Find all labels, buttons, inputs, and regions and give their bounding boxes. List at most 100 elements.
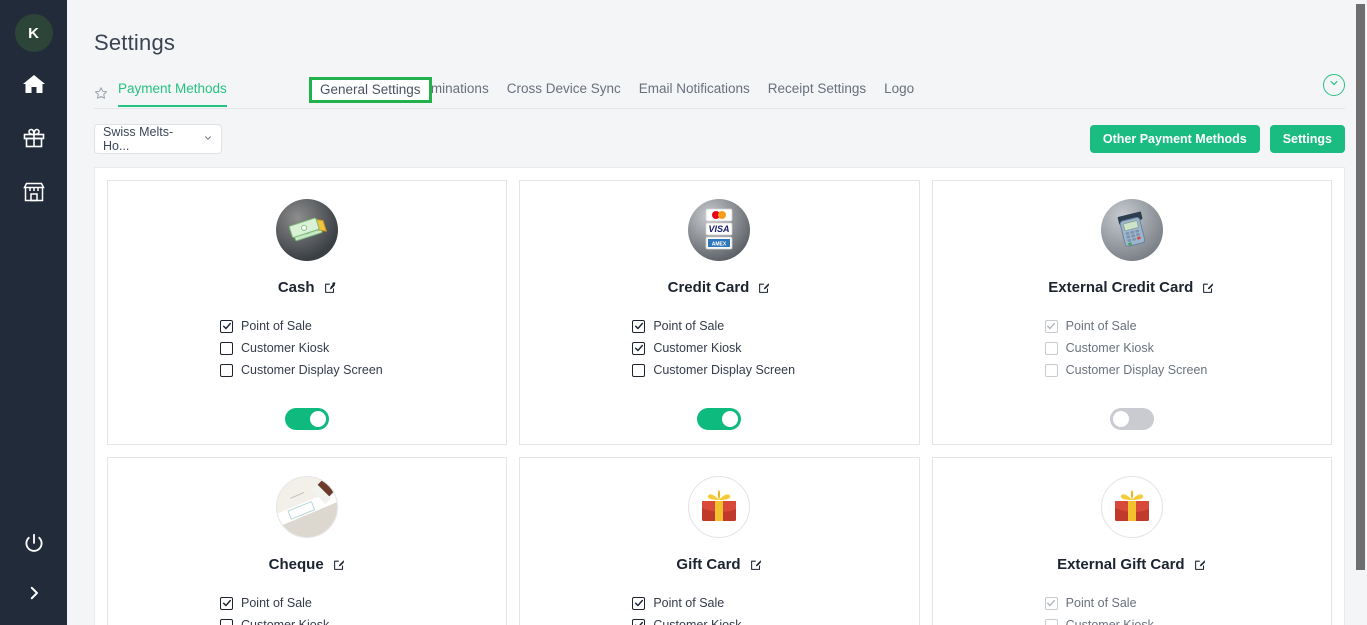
payment-method-title: Cash xyxy=(278,279,315,296)
main-content: Settings Payment Methods General Setting… xyxy=(67,0,1367,625)
checkbox-customer-display-screen[interactable] xyxy=(1045,364,1058,377)
tab-bar: Payment Methods General Settings Cash De… xyxy=(94,78,1345,109)
settings-button[interactable]: Settings xyxy=(1270,125,1345,153)
payment-method-options: Point of Sale Customer Kiosk xyxy=(108,315,506,381)
checkbox-point-of-sale[interactable] xyxy=(220,320,233,333)
toolbar-actions: Other Payment Methods Settings xyxy=(1090,125,1345,153)
checkbox-customer-display-screen[interactable] xyxy=(220,364,233,377)
payment-method-title-row: External Credit Card xyxy=(1048,279,1215,296)
payment-method-card[interactable]: Cash xyxy=(107,180,507,445)
payment-method-card[interactable]: External Credit Card xyxy=(932,180,1332,445)
option-customer-kiosk[interactable]: Customer Kiosk xyxy=(632,614,918,625)
option-point-of-sale[interactable]: Point of Sale xyxy=(220,315,506,337)
store-select-value: Swiss Melts- Ho... xyxy=(103,125,199,153)
option-customer-display-screen[interactable]: Customer Display Screen xyxy=(1045,359,1331,381)
tabs-collapse-button[interactable] xyxy=(1323,74,1345,96)
option-label: Point of Sale xyxy=(1066,596,1137,610)
payment-method-options: Point of Sale Customer Kiosk xyxy=(520,592,918,625)
payment-method-title-row: Gift Card xyxy=(676,556,762,573)
checkbox-point-of-sale[interactable] xyxy=(632,597,645,610)
checkbox-customer-kiosk[interactable] xyxy=(220,342,233,355)
edit-icon[interactable] xyxy=(749,558,763,572)
edit-icon[interactable] xyxy=(1193,558,1207,572)
other-payment-methods-button[interactable]: Other Payment Methods xyxy=(1090,125,1260,153)
checkbox-customer-kiosk[interactable] xyxy=(220,619,233,625)
edit-icon[interactable] xyxy=(332,558,346,572)
checkbox-customer-kiosk[interactable] xyxy=(1045,619,1058,625)
payment-method-toggle[interactable] xyxy=(697,408,741,430)
option-customer-kiosk[interactable]: Customer Kiosk xyxy=(1045,337,1331,359)
payment-methods-panel: Cash xyxy=(94,167,1345,625)
payment-method-card[interactable]: External Gift Card xyxy=(932,457,1332,625)
option-label: Customer Display Screen xyxy=(1066,363,1208,377)
option-customer-kiosk[interactable]: Customer Kiosk xyxy=(220,337,506,359)
option-customer-display-screen[interactable]: Customer Display Screen xyxy=(220,359,506,381)
scrollbar-thumb[interactable] xyxy=(1356,4,1365,570)
payment-method-options: Point of Sale Customer Kiosk xyxy=(108,592,506,625)
page-title: Settings xyxy=(94,0,1345,56)
payment-method-card[interactable]: Cheque Point o xyxy=(107,457,507,625)
payment-method-options: Point of Sale Customer Kiosk xyxy=(933,592,1331,625)
option-customer-kiosk[interactable]: Customer Kiosk xyxy=(220,614,506,625)
option-label: Point of Sale xyxy=(1066,319,1137,333)
tab-receipt-settings[interactable]: Receipt Settings xyxy=(768,81,875,106)
sidebar-expand-button[interactable] xyxy=(12,571,56,615)
edit-icon[interactable] xyxy=(1201,281,1215,295)
store-select[interactable]: Swiss Melts- Ho... xyxy=(94,124,222,154)
sidebar-item-gift[interactable] xyxy=(12,116,56,160)
toggle-knob xyxy=(310,411,326,427)
payment-method-card[interactable]: Gift Card Poin xyxy=(519,457,919,625)
checkbox-customer-display-screen[interactable] xyxy=(632,364,645,377)
checkbox-point-of-sale[interactable] xyxy=(220,597,233,610)
payment-method-title: Cheque xyxy=(269,556,324,573)
edit-icon[interactable] xyxy=(757,281,771,295)
tab-email-notifications[interactable]: Email Notifications xyxy=(639,81,759,106)
checkbox-customer-kiosk[interactable] xyxy=(632,342,645,355)
payment-method-title: External Gift Card xyxy=(1057,556,1185,573)
checkbox-customer-kiosk[interactable] xyxy=(632,619,645,625)
option-label: Customer Kiosk xyxy=(1066,618,1154,625)
sidebar-item-home[interactable] xyxy=(12,62,56,106)
option-label: Customer Kiosk xyxy=(241,618,329,625)
option-point-of-sale[interactable]: Point of Sale xyxy=(220,592,506,614)
option-customer-kiosk[interactable]: Customer Kiosk xyxy=(1045,614,1331,625)
app-root: K xyxy=(0,0,1367,625)
sidebar-item-store[interactable] xyxy=(12,170,56,214)
toolbar: Swiss Melts- Ho... Other Payment Methods… xyxy=(94,124,1345,154)
option-customer-kiosk[interactable]: Customer Kiosk xyxy=(632,337,918,359)
edit-icon[interactable] xyxy=(323,281,337,295)
payment-methods-grid-row-1: Cash xyxy=(107,180,1332,445)
checkbox-customer-kiosk[interactable] xyxy=(1045,342,1058,355)
power-icon xyxy=(23,532,45,554)
toggle-knob xyxy=(722,411,738,427)
sidebar-item-power[interactable] xyxy=(12,521,56,565)
home-icon xyxy=(22,73,46,95)
payment-method-title-row: Cheque xyxy=(269,556,346,573)
option-label: Customer Kiosk xyxy=(1066,341,1154,355)
payment-methods-grid-row-2: Cheque Point o xyxy=(107,457,1332,625)
option-point-of-sale[interactable]: Point of Sale xyxy=(1045,592,1331,614)
payment-method-card[interactable]: VISA AMEX Credit Card xyxy=(519,180,919,445)
checkbox-point-of-sale[interactable] xyxy=(632,320,645,333)
option-point-of-sale[interactable]: Point of Sale xyxy=(632,315,918,337)
payment-method-toggle[interactable] xyxy=(285,408,329,430)
option-customer-display-screen[interactable]: Customer Display Screen xyxy=(632,359,918,381)
tab-cross-device-sync[interactable]: Cross Device Sync xyxy=(507,81,630,106)
payment-method-title: Gift Card xyxy=(676,556,740,573)
cheque-icon xyxy=(276,476,338,538)
option-label: Point of Sale xyxy=(241,319,312,333)
checkbox-point-of-sale[interactable] xyxy=(1045,320,1058,333)
option-label: Point of Sale xyxy=(653,319,724,333)
option-point-of-sale[interactable]: Point of Sale xyxy=(632,592,918,614)
checkbox-point-of-sale[interactable] xyxy=(1045,597,1058,610)
tab-general-settings[interactable]: General Settings xyxy=(320,82,421,98)
page-scrollbar[interactable] xyxy=(1353,0,1367,625)
avatar[interactable]: K xyxy=(15,14,53,52)
payment-method-toggle[interactable] xyxy=(1110,408,1154,430)
option-point-of-sale[interactable]: Point of Sale xyxy=(1045,315,1331,337)
tab-logo[interactable]: Logo xyxy=(884,81,923,106)
star-icon[interactable] xyxy=(94,86,108,100)
tab-payment-methods[interactable]: Payment Methods xyxy=(118,81,236,106)
toggle-knob xyxy=(1113,411,1129,427)
cash-icon xyxy=(276,199,338,261)
